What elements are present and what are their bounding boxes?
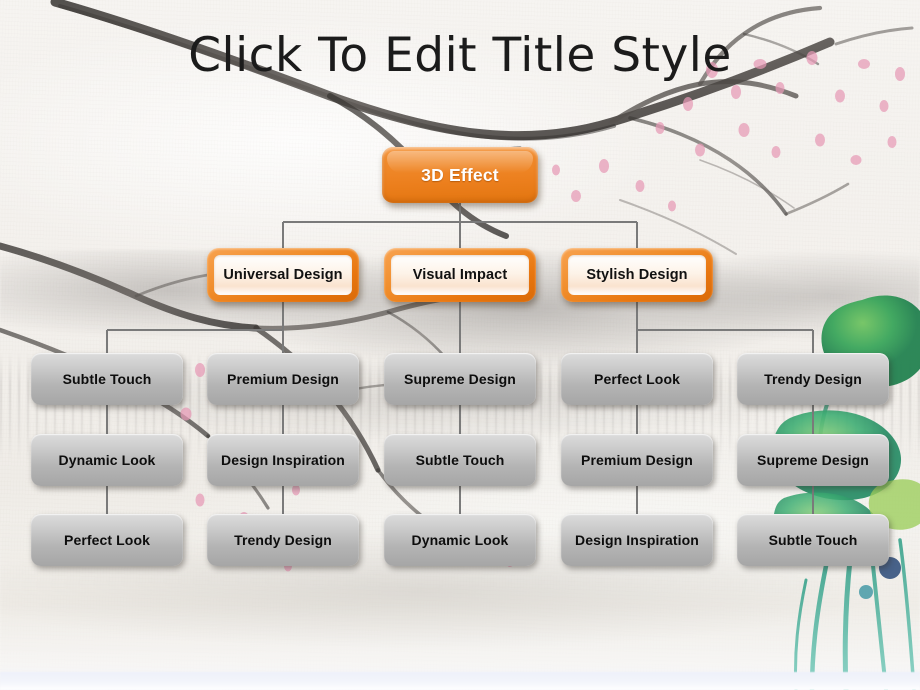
node-leaf[interactable]: Supreme Design xyxy=(384,353,536,405)
node-leaf-label: Supreme Design xyxy=(404,371,516,387)
node-leaf-label: Subtle Touch xyxy=(768,532,858,548)
connector-lines xyxy=(105,203,815,566)
node-leaf[interactable]: Perfect Look xyxy=(31,514,183,566)
node-leaf[interactable]: Perfect Look xyxy=(561,353,713,405)
node-branch-visual-impact[interactable]: Visual Impact xyxy=(384,248,536,302)
node-leaf-label: Dynamic Look xyxy=(411,532,509,548)
org-chart: Click To Edit Title Style 3D Effect Univ… xyxy=(0,0,920,690)
node-leaf-label: Subtle Touch xyxy=(415,452,505,468)
node-leaf[interactable]: Premium Design xyxy=(207,353,359,405)
node-leaf-label: Dynamic Look xyxy=(58,452,156,468)
node-branch-label: Universal Design xyxy=(214,255,352,295)
node-leaf-label: Perfect Look xyxy=(594,371,680,387)
page-title[interactable]: Click To Edit Title Style xyxy=(0,28,920,84)
node-leaf-label: Design Inspiration xyxy=(221,452,345,468)
node-leaf-label: Design Inspiration xyxy=(575,532,699,548)
node-leaf[interactable]: Trendy Design xyxy=(737,353,889,405)
node-leaf-label: Premium Design xyxy=(581,452,693,468)
node-root-label: 3D Effect xyxy=(421,164,499,185)
node-leaf[interactable]: Dynamic Look xyxy=(384,514,536,566)
node-leaf-label: Perfect Look xyxy=(64,532,150,548)
slide-canvas: Click To Edit Title Style 3D Effect Univ… xyxy=(0,0,920,690)
node-branch-label: Stylish Design xyxy=(568,255,706,295)
node-leaf[interactable]: Design Inspiration xyxy=(207,434,359,486)
node-branch-stylish-design[interactable]: Stylish Design xyxy=(561,248,713,302)
node-leaf-label: Trendy Design xyxy=(764,371,862,387)
node-leaf[interactable]: Subtle Touch xyxy=(737,514,889,566)
node-leaf[interactable]: Dynamic Look xyxy=(31,434,183,486)
node-leaf[interactable]: Trendy Design xyxy=(207,514,359,566)
node-leaf-label: Supreme Design xyxy=(757,452,869,468)
node-leaf[interactable]: Design Inspiration xyxy=(561,514,713,566)
node-branch-universal-design[interactable]: Universal Design xyxy=(207,248,359,302)
node-leaf-label: Premium Design xyxy=(227,371,339,387)
node-leaf[interactable]: Supreme Design xyxy=(737,434,889,486)
node-leaf[interactable]: Subtle Touch xyxy=(384,434,536,486)
node-leaf-label: Subtle Touch xyxy=(62,371,152,387)
node-branch-label: Visual Impact xyxy=(391,255,529,295)
node-leaf[interactable]: Subtle Touch xyxy=(31,353,183,405)
node-root-3d-effect[interactable]: 3D Effect xyxy=(382,147,538,203)
node-leaf[interactable]: Premium Design xyxy=(561,434,713,486)
node-leaf-label: Trendy Design xyxy=(234,532,332,548)
